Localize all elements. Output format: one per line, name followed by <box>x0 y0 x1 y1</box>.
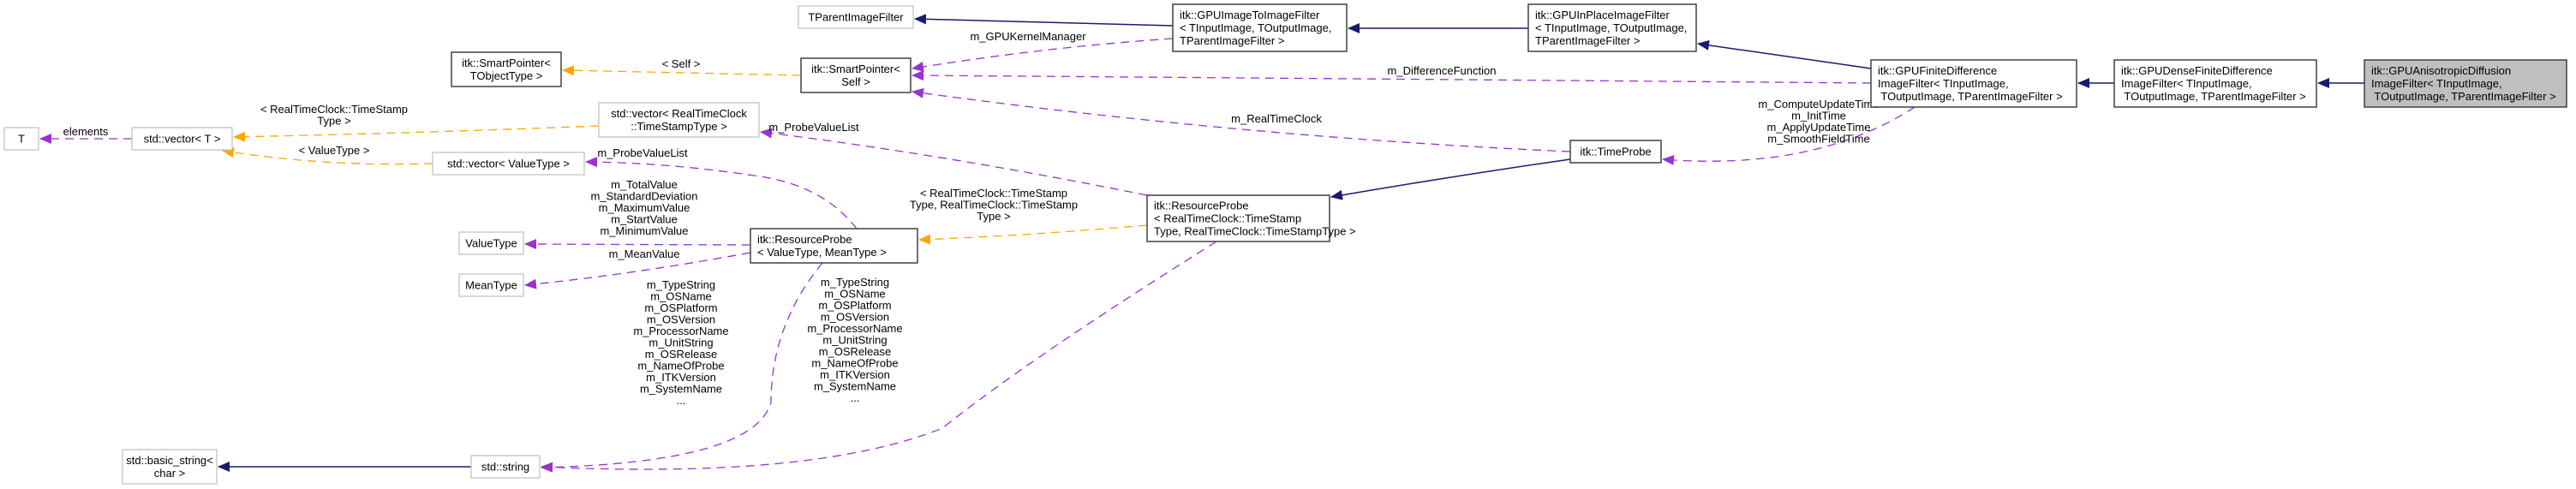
class-node-label: < TInputImage, TOutputImage, <box>1535 21 1687 34</box>
edge-label-line: m_RealTimeClock <box>1231 112 1322 125</box>
class-node-label: std::basic_string< <box>126 454 213 467</box>
edge-label-e-rpvm-stdstring: m_TypeStringm_OSNamem_OSPlatformm_OSVers… <box>633 278 728 407</box>
class-node-label: TObjectType > <box>470 69 543 82</box>
edge-label-line: Type > <box>317 115 350 128</box>
edge-rp-vm-to-valuetype <box>524 239 751 250</box>
edge-label-line: m_SmoothFieldTime <box>1767 133 1869 146</box>
class-node-vec-t[interactable]: std::vector< T > <box>131 127 233 151</box>
edge-finite-to-inplace <box>1697 39 1872 69</box>
edge-vec-rtc-to-vec-t <box>233 125 600 142</box>
edge-imgtoimg-to-sp-self <box>911 38 1174 72</box>
class-node-label: < RealTimeClock::TimeStamp <box>1154 212 1301 225</box>
class-node-basicstring[interactable]: std::basic_string<char > <box>122 449 218 485</box>
class-node-sp-self[interactable]: itk::SmartPointer<Self > <box>800 57 911 93</box>
edge-rp-rtc-to-vec-rtc <box>760 128 1148 196</box>
class-node-stdstring[interactable]: std::string <box>470 455 541 479</box>
edge-label-line: m_MinimumValue <box>600 224 688 237</box>
edge-label-e-finite-timeprobe: m_ComputeUpdateTimem_InitTimem_ApplyUpda… <box>1758 98 1879 146</box>
class-node-label: itk::SmartPointer< <box>462 57 551 69</box>
edge-label-line: m_MeanValue <box>609 247 680 260</box>
class-node-label: ValueType <box>465 237 517 250</box>
class-node-label: std::vector< RealTimeClock <box>611 107 747 120</box>
edge-label-line: m_GPUKernelManager <box>970 30 1086 43</box>
edge-label-line: m_ProbeValueList <box>597 146 688 159</box>
edge-label-e-rprtc-rpvm: < RealTimeClock::TimeStampType, RealTime… <box>910 187 1078 223</box>
class-node-finite[interactable]: itk::GPUFiniteDifferenceImageFilter< TIn… <box>1870 59 2077 108</box>
class-node-label: std::string <box>481 461 529 474</box>
class-node-label: < TInputImage, TOutputImage, <box>1180 21 1331 34</box>
class-node-label: < ValueType, MeanType > <box>757 246 887 259</box>
class-node-label: MeanType <box>465 279 517 292</box>
class-node-label: TOutputImage, TParentImageFilter > <box>1878 90 2063 103</box>
edge-label-e-rpvm-vecvt: m_ProbeValueList <box>597 146 688 159</box>
edge-label-e-vecvt-vect: < ValueType > <box>299 144 370 157</box>
edge-label-line: m_DifferenceFunction <box>1388 64 1497 77</box>
edge-label-line: < Self > <box>662 57 701 70</box>
class-node-vec-vt[interactable]: std::vector< ValueType > <box>432 152 585 176</box>
class-node-rp-rtc[interactable]: itk::ResourceProbe< RealTimeClock::TimeS… <box>1146 194 1356 242</box>
class-node-label: itk::ResourceProbe <box>1154 200 1249 212</box>
class-node-label: ImageFilter< TInputImage, <box>2371 77 2502 90</box>
edge-label-e-spself-sptobj: < Self > <box>662 57 701 70</box>
class-node-label: itk::SmartPointer< <box>811 63 900 75</box>
class-node-rp-vm[interactable]: itk::ResourceProbe< ValueType, MeanType … <box>750 228 918 264</box>
class-node-anisotropic[interactable]: itk::GPUAnisotropicDiffusionImageFilter<… <box>2364 59 2567 108</box>
class-node-label: itk::TimeProbe <box>1580 146 1651 158</box>
edge-label-e-vecrtc-vect: < RealTimeClock::TimeStampType > <box>260 103 408 128</box>
edge-labels-layer: m_GPUKernelManager m_DifferenceFunction m_… <box>63 30 1880 407</box>
class-node-label: TParentImageFilter > <box>1535 34 1640 47</box>
class-node-imgtoimg[interactable]: itk::GPUImageToImageFilter< TInputImage,… <box>1172 3 1348 52</box>
edge-imgtoimg-to-tparent <box>914 14 1174 27</box>
edge-sp-self-to-sp-tobj <box>562 65 802 76</box>
class-node-timeprobe[interactable]: itk::TimeProbe <box>1569 140 1662 164</box>
class-node-label: char > <box>154 467 186 480</box>
collaboration-diagram: m_GPUKernelManager m_DifferenceFunction m_… <box>3 3 2567 485</box>
edge-label-line: ... <box>851 391 860 404</box>
edge-label-e-timeprobe-spself: m_RealTimeClock <box>1231 112 1322 125</box>
edge-label-e-rpvm-valuetype: m_TotalValuem_StandardDeviationm_Maximum… <box>590 178 697 237</box>
class-node-label: itk::GPUDenseFiniteDifference <box>2121 64 2273 77</box>
edge-label-e-rpvm-meantype: m_MeanValue <box>609 247 680 260</box>
class-node-t[interactable]: T <box>3 127 39 151</box>
edge-label-e-vect-t: elements <box>63 125 109 138</box>
nodes-layer: itk::GPUAnisotropicDiffusionImageFilter<… <box>3 3 2567 485</box>
class-node-label: TOutputImage, TParentImageFilter > <box>2121 90 2306 103</box>
edge-label-e-rprtc-vecrtc: m_ProbeValueList <box>768 121 859 134</box>
edge-label-e-finite-spself: m_DifferenceFunction <box>1388 64 1497 77</box>
class-node-vec-rtc[interactable]: std::vector< RealTimeClock::TimeStampTyp… <box>598 102 760 138</box>
class-node-meantype[interactable]: MeanType <box>458 273 524 297</box>
class-node-label: ::TimeStampType > <box>631 120 727 133</box>
class-node-label: ImageFilter< TInputImage, <box>1878 77 2009 90</box>
class-node-label: Self > <box>841 75 870 88</box>
class-node-label: Type, RealTimeClock::TimeStampType > <box>1154 225 1356 238</box>
class-node-label: TParentImageFilter > <box>1180 34 1284 47</box>
class-node-label: itk::GPUAnisotropicDiffusion <box>2371 64 2511 77</box>
class-node-label: std::vector< T > <box>144 133 221 146</box>
class-node-label: itk::ResourceProbe <box>757 233 852 246</box>
edge-label-line: elements <box>63 125 109 138</box>
class-node-dense[interactable]: itk::GPUDenseFiniteDifferenceImageFilter… <box>2113 59 2317 108</box>
class-node-label: itk::GPUFiniteDifference <box>1878 64 1997 77</box>
class-node-tparent[interactable]: TParentImageFilter <box>798 5 914 29</box>
class-node-sp-tobj[interactable]: itk::SmartPointer<TObjectType > <box>451 51 562 87</box>
class-node-inplace[interactable]: itk::GPUInPlaceImageFilter< TInputImage,… <box>1527 3 1697 52</box>
edge-timeprobe-to-rp-rtc <box>1330 158 1571 200</box>
edge-label-e-rprtc-stdstring: m_TypeStringm_OSNamem_OSPlatformm_OSVers… <box>807 276 902 404</box>
edge-label-line: Type > <box>977 210 1010 223</box>
class-node-label: TOutputImage, TParentImageFilter > <box>2371 90 2556 103</box>
class-node-label: std::vector< ValueType > <box>447 158 570 170</box>
class-node-label: itk::GPUImageToImageFilter <box>1180 9 1320 21</box>
class-node-label: T <box>18 133 25 146</box>
edge-label-line: < ValueType > <box>299 144 370 157</box>
class-node-valuetype[interactable]: ValueType <box>458 231 524 255</box>
edge-rp-rtc-to-rp-vm <box>918 224 1148 245</box>
class-node-label: ImageFilter< TInputImage, <box>2121 77 2252 90</box>
class-node-label: TParentImageFilter <box>808 11 904 24</box>
edge-label-line: m_ProbeValueList <box>768 121 859 134</box>
edge-label-line: ... <box>677 394 686 407</box>
class-node-label: itk::GPUInPlaceImageFilter <box>1535 9 1670 21</box>
edge-label-e-imgtoimg-spself: m_GPUKernelManager <box>970 30 1086 43</box>
